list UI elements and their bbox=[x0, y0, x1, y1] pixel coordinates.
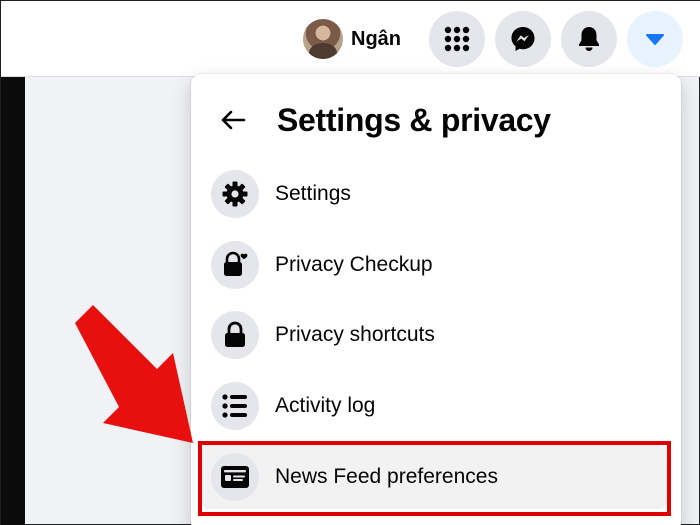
back-button[interactable] bbox=[213, 100, 253, 140]
menu-item-activity-log[interactable]: Activity log bbox=[201, 374, 667, 438]
arrow-left-icon bbox=[221, 110, 246, 130]
lock-heart-icon bbox=[224, 251, 248, 276]
menu-item-label: Privacy Checkup bbox=[275, 253, 433, 276]
menu-item-label: Privacy shortcuts bbox=[275, 323, 435, 346]
news-feed-icon-circle bbox=[211, 453, 259, 501]
privacy-shortcuts-icon-circle bbox=[211, 311, 259, 359]
profile-name: Ngân bbox=[351, 27, 401, 50]
settings-privacy-dropdown: Settings & privacy Settings Privacy Chec… bbox=[191, 74, 681, 525]
messenger-icon bbox=[511, 27, 535, 51]
menu-item-label: Settings bbox=[275, 182, 351, 205]
profile-shortcut[interactable]: Ngân bbox=[303, 19, 401, 59]
list-icon bbox=[222, 394, 247, 418]
activity-log-icon-circle bbox=[211, 382, 259, 430]
notifications-button[interactable] bbox=[561, 11, 617, 67]
account-menu-button[interactable] bbox=[627, 11, 683, 67]
menu-item-privacy-checkup[interactable]: Privacy Checkup bbox=[201, 233, 667, 297]
menu-item-label: Activity log bbox=[275, 394, 376, 417]
settings-icon-circle bbox=[211, 170, 259, 218]
avatar bbox=[303, 19, 343, 59]
dropdown-header: Settings & privacy bbox=[213, 92, 551, 148]
messenger-button[interactable] bbox=[495, 11, 551, 67]
bell-icon bbox=[579, 27, 599, 51]
gear-icon bbox=[222, 181, 248, 207]
menu-item-news-feed-preferences[interactable]: News Feed preferences bbox=[201, 445, 667, 509]
top-navigation-bar: Ngân bbox=[1, 1, 700, 77]
left-edge bbox=[1, 77, 25, 525]
caret-down-icon bbox=[646, 34, 664, 45]
menu-item-privacy-shortcuts[interactable]: Privacy shortcuts bbox=[201, 303, 667, 367]
menu-button[interactable] bbox=[429, 11, 485, 67]
annotation-arrow-icon bbox=[75, 305, 193, 443]
news-feed-icon bbox=[221, 466, 249, 488]
menu-item-settings[interactable]: Settings bbox=[201, 162, 667, 226]
lock-icon bbox=[225, 321, 245, 347]
dropdown-title: Settings & privacy bbox=[277, 101, 551, 138]
privacy-checkup-icon-circle bbox=[211, 241, 259, 289]
grid-menu-icon bbox=[444, 26, 470, 52]
menu-item-label: News Feed preferences bbox=[275, 465, 498, 488]
